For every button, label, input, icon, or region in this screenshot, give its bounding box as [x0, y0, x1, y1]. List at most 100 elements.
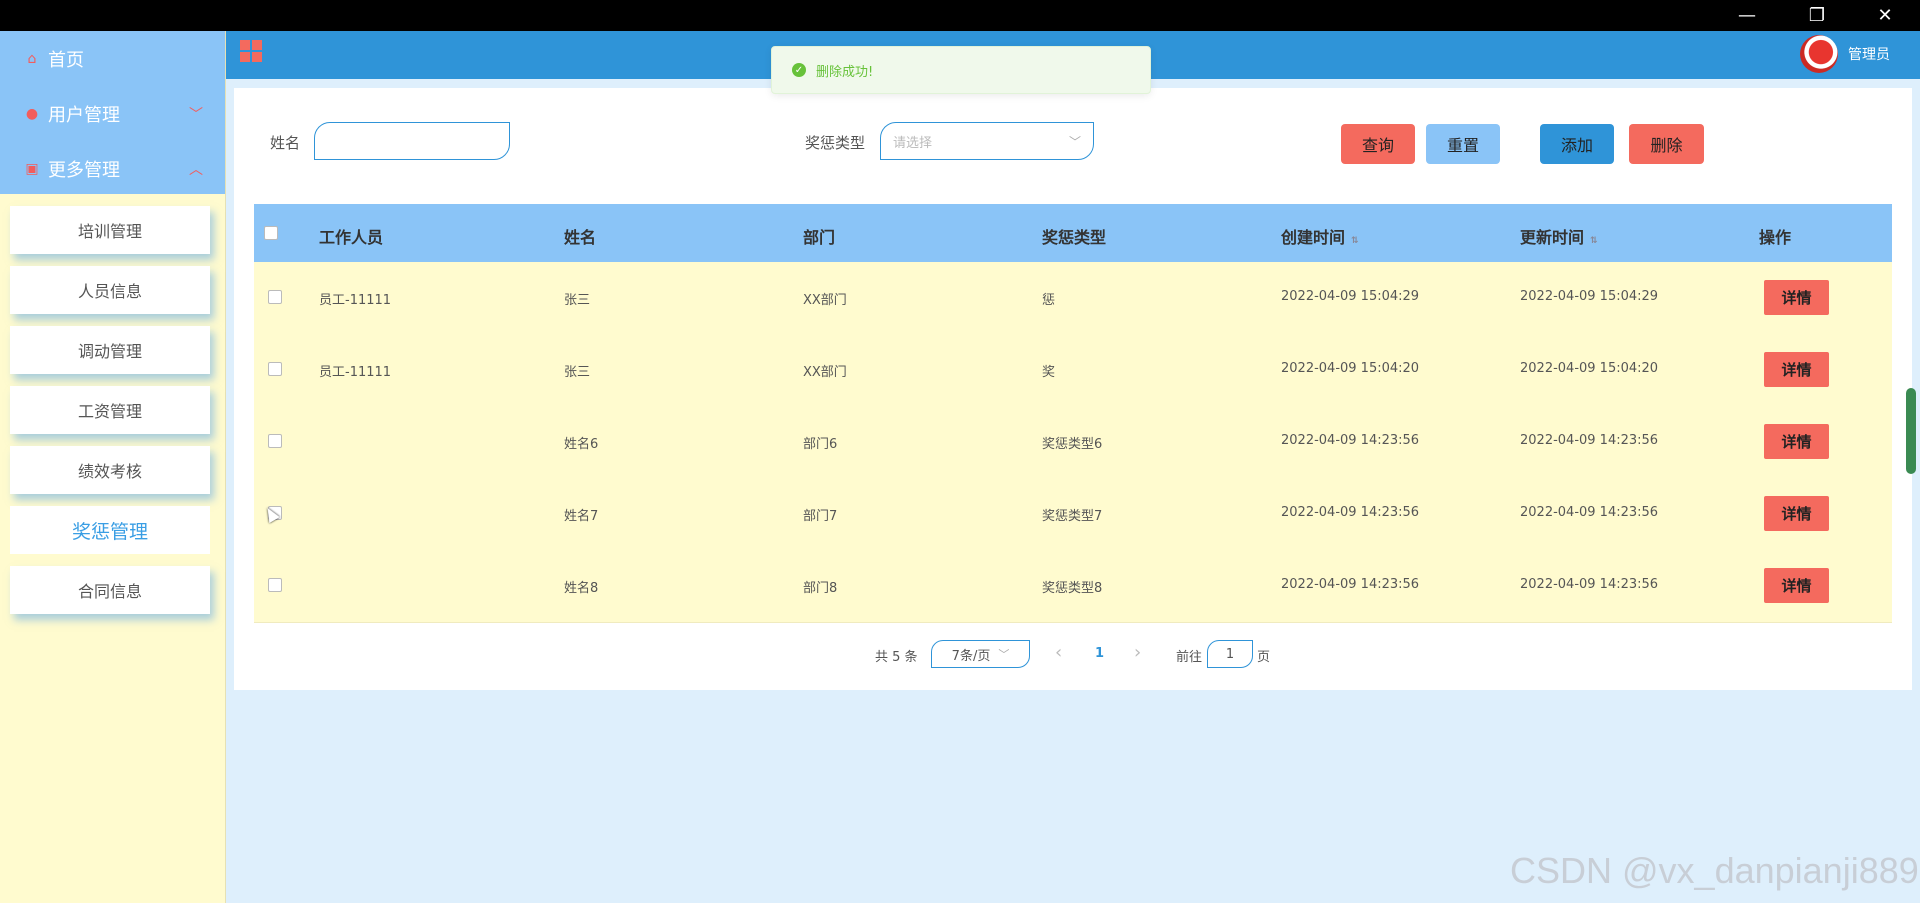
prev-page-icon[interactable]: ‹ — [1055, 642, 1062, 663]
sidebar-item-label: 用户管理 — [48, 104, 120, 126]
detail-button[interactable]: 详情 — [1764, 352, 1829, 387]
page-suffix: 页 — [1257, 650, 1271, 665]
cell-updated: 2022-04-09 14:23:56 — [1520, 577, 1659, 592]
select-all-checkbox[interactable] — [264, 226, 278, 240]
col-type: 奖惩类型 — [1042, 228, 1107, 247]
detail-button[interactable]: 详情 — [1764, 568, 1829, 603]
sort-icon[interactable]: ⇅ — [1590, 236, 1598, 246]
menu-grid-icon[interactable] — [240, 40, 262, 62]
cell-created: 2022-04-09 15:04:20 — [1281, 361, 1420, 376]
add-button[interactable]: 添加 — [1540, 124, 1614, 164]
cell-created: 2022-04-09 14:23:56 — [1281, 433, 1420, 448]
user-icon: ● — [25, 105, 39, 122]
scrollbar-thumb[interactable] — [1906, 388, 1916, 474]
sidebar-item-user-management[interactable]: ● 用户管理 ﹀ — [0, 86, 225, 141]
page-size-select[interactable]: 7条/页 ﹀ — [931, 640, 1030, 668]
cell-name: 张三 — [564, 293, 591, 308]
type-select-placeholder: 请选择 — [893, 135, 933, 151]
cell-staff: 员工-11111 — [319, 293, 392, 308]
submenu-item-rewards[interactable]: 奖惩管理 — [10, 506, 210, 554]
cell-created: 2022-04-09 15:04:29 — [1281, 289, 1420, 304]
sidebar-item-label: 首页 — [48, 49, 84, 71]
next-page-icon[interactable]: › — [1134, 642, 1141, 663]
cell-department: 部门6 — [803, 437, 838, 452]
chevron-down-icon: ﹀ — [998, 648, 1010, 661]
detail-button[interactable]: 详情 — [1764, 280, 1829, 315]
type-select[interactable]: 请选择 ﹀ — [880, 122, 1094, 160]
cell-type: 奖 — [1042, 365, 1056, 380]
cell-created: 2022-04-09 14:23:56 — [1281, 577, 1420, 592]
table-row: 姓名8 部门8 奖惩类型8 2022-04-09 14:23:56 2022-0… — [254, 550, 1892, 623]
user-menu[interactable]: 管理员 — [1800, 35, 1890, 73]
submenu-list: 培训管理 人员信息 调动管理 工资管理 绩效考核 奖惩管理 合同信息 — [0, 194, 225, 614]
submenu-item-contract[interactable]: 合同信息 — [10, 566, 210, 614]
submenu-item-personnel[interactable]: 人员信息 — [10, 266, 210, 314]
cell-department: XX部门 — [803, 293, 847, 308]
copy-icon: ▣ — [25, 160, 39, 177]
watermark: CSDN @vx_danpianji889 — [1510, 850, 1919, 891]
page-number-current[interactable]: 1 — [1095, 646, 1104, 661]
col-staff: 工作人员 — [319, 228, 384, 247]
check-circle-icon: ✓ — [792, 63, 806, 77]
cell-department: 部门7 — [803, 509, 838, 524]
minimize-icon[interactable]: — — [1717, 0, 1777, 31]
cell-updated: 2022-04-09 15:04:29 — [1520, 289, 1659, 304]
username: 管理员 — [1848, 47, 1890, 63]
cell-name: 姓名6 — [564, 437, 599, 452]
detail-button[interactable]: 详情 — [1764, 424, 1829, 459]
row-checkbox[interactable] — [268, 434, 282, 448]
page-size-value: 7条/页 — [951, 648, 991, 664]
cell-type: 奖惩类型8 — [1042, 581, 1103, 596]
name-label: 姓名 — [270, 134, 301, 152]
sort-icon[interactable]: ⇅ — [1351, 236, 1359, 246]
table-row: 姓名7 部门7 奖惩类型7 2022-04-09 14:23:56 2022-0… — [254, 478, 1892, 551]
table-row: 姓名6 部门6 奖惩类型6 2022-04-09 14:23:56 2022-0… — [254, 406, 1892, 479]
cell-name: 张三 — [564, 365, 591, 380]
row-checkbox[interactable] — [268, 578, 282, 592]
col-updated[interactable]: 更新时间 ⇅ — [1520, 224, 1598, 248]
delete-button[interactable]: 删除 — [1629, 124, 1704, 164]
avatar — [1800, 35, 1838, 73]
col-updated-label: 更新时间 — [1520, 228, 1585, 247]
cell-department: 部门8 — [803, 581, 838, 596]
sidebar-item-home[interactable]: ⌂ 首页 — [0, 31, 225, 86]
close-icon[interactable]: ✕ — [1855, 0, 1915, 31]
goto-page-input[interactable]: 1 — [1207, 640, 1253, 668]
submenu-item-transfer[interactable]: 调动管理 — [10, 326, 210, 374]
chevron-down-icon: ﹀ — [1068, 134, 1081, 149]
cell-updated: 2022-04-09 14:23:56 — [1520, 433, 1659, 448]
cell-type: 惩 — [1042, 293, 1056, 308]
cell-updated: 2022-04-09 15:04:20 — [1520, 361, 1659, 376]
cell-type: 奖惩类型7 — [1042, 509, 1103, 524]
submenu-item-performance[interactable]: 绩效考核 — [10, 446, 210, 494]
row-checkbox[interactable] — [268, 290, 282, 304]
submenu-item-salary[interactable]: 工资管理 — [10, 386, 210, 434]
reset-button[interactable]: 重置 — [1426, 124, 1500, 164]
detail-button[interactable]: 详情 — [1764, 496, 1829, 531]
row-checkbox[interactable] — [268, 362, 282, 376]
sidebar-item-label: 更多管理 — [48, 159, 120, 181]
toast-message: 删除成功! — [816, 64, 874, 80]
col-created[interactable]: 创建时间 ⇅ — [1281, 224, 1359, 248]
restore-icon[interactable]: ❐ — [1787, 0, 1847, 31]
cell-name: 姓名8 — [564, 581, 599, 596]
col-actions: 操作 — [1759, 228, 1792, 247]
sidebar: ⌂ 首页 ● 用户管理 ﹀ ▣ 更多管理 ︿ 培训管理 人员信息 调动管理 工资… — [0, 31, 226, 903]
col-created-label: 创建时间 — [1281, 228, 1346, 247]
cell-name: 姓名7 — [564, 509, 599, 524]
table-header: 工作人员 姓名 部门 奖惩类型 创建时间 ⇅ 更新时间 ⇅ 操作 — [254, 204, 1892, 262]
submenu-item-training[interactable]: 培训管理 — [10, 206, 210, 254]
cell-updated: 2022-04-09 14:23:56 — [1520, 505, 1659, 520]
cell-type: 奖惩类型6 — [1042, 437, 1103, 452]
col-name: 姓名 — [564, 228, 597, 247]
goto-label: 前往 — [1176, 650, 1203, 665]
query-button[interactable]: 查询 — [1341, 124, 1415, 164]
table-row: 员工-11111 张三 XX部门 奖 2022-04-09 15:04:20 2… — [254, 334, 1892, 407]
sidebar-menu: ⌂ 首页 ● 用户管理 ﹀ ▣ 更多管理 ︿ — [0, 31, 225, 194]
sidebar-item-more-management[interactable]: ▣ 更多管理 ︿ — [0, 141, 225, 196]
cell-staff: 员工-11111 — [319, 365, 392, 380]
chevron-up-icon: ︿ — [189, 161, 203, 178]
name-input[interactable] — [314, 122, 510, 160]
col-department: 部门 — [803, 228, 836, 247]
cell-created: 2022-04-09 14:23:56 — [1281, 505, 1420, 520]
